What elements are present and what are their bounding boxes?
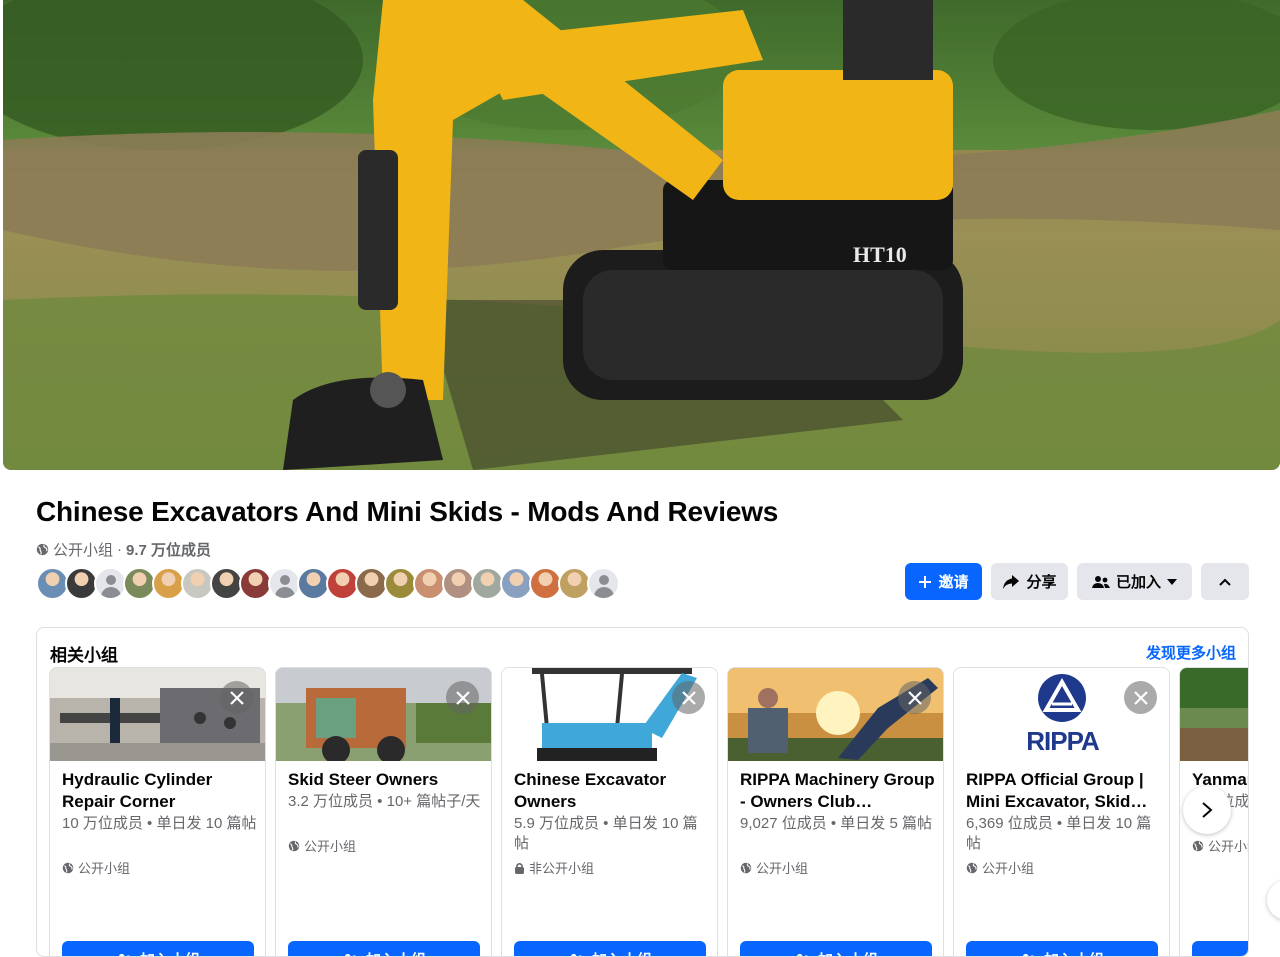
members-icon <box>1020 953 1037 957</box>
related-groups-panel: 相关小组 发现更多小组 Hydraulic Cylinder Repair Co… <box>36 627 1249 957</box>
related-group-stats: 5.9 万位成员 • 单日发 10 篇帖 <box>514 814 709 854</box>
chevron-right-icon <box>1201 801 1213 819</box>
members-icon <box>794 953 811 957</box>
collapse-button[interactable] <box>1201 563 1249 600</box>
related-group-card[interactable]: Hydraulic Cylinder Repair Corner10 万位成员 … <box>49 667 266 957</box>
related-groups-title: 相关小组 <box>50 641 118 666</box>
invite-button[interactable]: 邀请 <box>905 563 982 600</box>
meta-separator: · <box>117 541 122 558</box>
member-avatar-list[interactable] <box>36 567 616 600</box>
related-group-stats: 6,369 位成员 • 单日发 10 篇帖 <box>966 814 1161 854</box>
join-group-button[interactable]: 加入小组 <box>514 941 706 957</box>
related-group-name[interactable]: Chinese Excavator Owners <box>514 769 709 813</box>
rippa-logo-text: RIPPA <box>954 726 1169 757</box>
globe-icon <box>288 840 300 852</box>
joined-button[interactable]: 已加入 <box>1077 563 1192 600</box>
group-title: Chinese Excavators And Mini Skids - Mods… <box>36 496 778 528</box>
group-cover-image[interactable] <box>50 668 265 761</box>
dismiss-card-button[interactable] <box>220 681 253 714</box>
related-group-privacy: 公开小组 <box>740 858 808 877</box>
group-meta: 公开小组 · 9.7 万位成员 <box>36 539 211 560</box>
carousel-next-button[interactable] <box>1183 786 1231 834</box>
dismiss-card-button[interactable] <box>446 681 479 714</box>
related-group-stats: 3.2 万位成员 • 10+ 篇帖子/天 <box>288 792 483 812</box>
dismiss-card-button[interactable] <box>1124 681 1157 714</box>
lock-icon <box>514 862 525 874</box>
caret-down-icon <box>1167 579 1177 585</box>
related-group-card[interactable]: Chinese Excavator Owners5.9 万位成员 • 单日发 1… <box>501 667 718 957</box>
related-group-privacy: 公开小组 <box>1192 836 1249 855</box>
members-icon <box>116 953 133 957</box>
invite-label: 邀请 <box>938 571 968 592</box>
share-icon <box>1002 574 1020 590</box>
members-icon <box>1246 953 1249 957</box>
chevron-up-icon <box>1219 578 1231 586</box>
related-group-privacy: 公开小组 <box>966 858 1034 877</box>
related-group-card[interactable]: RIPPA Machinery Group - Owners Club…9,02… <box>727 667 944 957</box>
globe-icon <box>1192 840 1204 852</box>
close-icon <box>907 690 923 706</box>
group-privacy: 公开小组 <box>53 539 113 560</box>
group-cover-image[interactable] <box>1180 668 1249 761</box>
members-icon <box>1092 575 1110 589</box>
close-icon <box>455 690 471 706</box>
related-group-stats: 10 万位成员 • 单日发 10 篇帖 <box>62 814 257 834</box>
join-group-button[interactable]: 加入小组 <box>62 941 254 957</box>
join-group-button[interactable]: 加入小组 <box>966 941 1158 957</box>
group-cover-image[interactable] <box>728 668 943 761</box>
globe-icon <box>966 862 978 874</box>
related-group-name[interactable]: RIPPA Official Group | Mini Excavator, S… <box>966 769 1161 813</box>
related-group-name[interactable]: Skid Steer Owners <box>288 769 483 791</box>
globe-icon <box>62 862 74 874</box>
close-icon <box>1133 690 1149 706</box>
related-group-name[interactable]: Hydraulic Cylinder Repair Corner <box>62 769 257 813</box>
related-group-card[interactable]: RIPPA RIPPA Official Group | Mini Excavat… <box>953 667 1170 957</box>
members-icon <box>568 953 585 957</box>
group-cover-image[interactable] <box>502 668 717 761</box>
dismiss-card-button[interactable] <box>672 681 705 714</box>
machine-label: HT10 <box>853 242 907 267</box>
dismiss-card-button[interactable] <box>898 681 931 714</box>
close-icon <box>681 690 697 706</box>
share-label: 分享 <box>1026 571 1056 592</box>
related-group-privacy: 公开小组 <box>288 836 356 855</box>
globe-icon <box>740 862 752 874</box>
close-icon <box>229 690 245 706</box>
group-cover-image[interactable]: RIPPA <box>954 668 1169 761</box>
related-group-privacy: 非公开小组 <box>514 858 594 877</box>
discover-more-groups-link[interactable]: 发现更多小组 <box>1146 642 1236 663</box>
group-member-count[interactable]: 9.7 万位成员 <box>126 539 211 560</box>
share-button[interactable]: 分享 <box>991 563 1068 600</box>
joined-label: 已加入 <box>1116 571 1161 592</box>
members-icon <box>342 953 359 957</box>
related-group-card[interactable]: Skid Steer Owners3.2 万位成员 • 10+ 篇帖子/天公开小… <box>275 667 492 957</box>
related-group-name[interactable]: RIPPA Machinery Group - Owners Club… <box>740 769 935 813</box>
cover-photo[interactable]: HT10 <box>3 0 1280 470</box>
related-group-stats: 9,027 位成员 • 单日发 5 篇帖 <box>740 814 935 834</box>
related-group-privacy: 公开小组 <box>62 858 130 877</box>
plus-icon <box>918 575 932 589</box>
join-group-button[interactable]: 加入小组 <box>288 941 480 957</box>
floating-action-button[interactable] <box>1267 880 1280 920</box>
globe-icon <box>36 543 49 556</box>
join-group-button[interactable]: 加入小组 <box>740 941 932 957</box>
member-avatar[interactable] <box>587 567 620 600</box>
join-group-button[interactable]: 加入小组 <box>1192 941 1249 957</box>
group-cover-image[interactable] <box>276 668 491 761</box>
